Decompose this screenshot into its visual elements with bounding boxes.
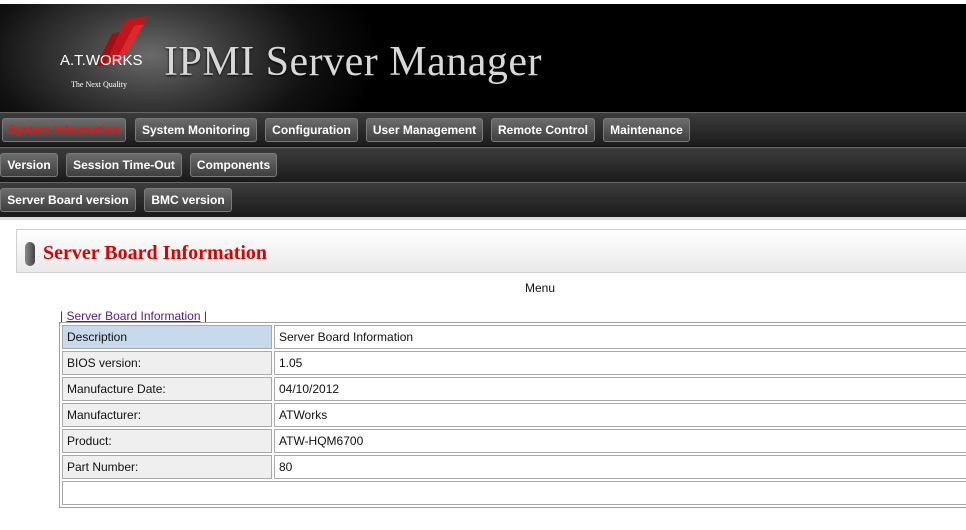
top-border <box>0 0 966 4</box>
table-key: Manufacturer: <box>62 403 272 427</box>
main-nav: System Information System Monitoring Con… <box>0 112 966 147</box>
nav-system-monitoring[interactable]: System Monitoring <box>135 118 257 142</box>
table-empty-cell <box>62 481 966 505</box>
table-key: Product: <box>62 429 272 453</box>
table-row: Part Number: 80 <box>62 455 966 479</box>
table-row: Manufacturer: ATWorks <box>62 403 966 427</box>
table-value: 80 <box>274 455 966 479</box>
section-pill-icon <box>25 242 35 266</box>
table-value: 1.05 <box>274 351 966 375</box>
table-value: Server Board Information <box>274 325 966 349</box>
nav-session-timeout[interactable]: Session Time-Out <box>66 153 182 177</box>
nav-server-board-version[interactable]: Server Board version <box>0 188 136 212</box>
table-key: Description <box>62 325 272 349</box>
table-key: Part Number: <box>62 455 272 479</box>
breadcrumb-separator: | <box>200 309 207 323</box>
logo-tagline: The Next Quality <box>71 80 127 89</box>
nav-bmc-version[interactable]: BMC version <box>144 188 232 212</box>
nav-user-management[interactable]: User Management <box>366 118 483 142</box>
table-row: Product: ATW-HQM6700 <box>62 429 966 453</box>
table-value: 04/10/2012 <box>274 377 966 401</box>
table-value: ATW-HQM6700 <box>274 429 966 453</box>
menu-label: Menu <box>525 281 556 295</box>
section-header: Server Board Information <box>16 229 966 273</box>
nav-version[interactable]: Version <box>0 153 58 177</box>
nav-maintenance[interactable]: Maintenance <box>603 118 690 142</box>
nav-system-information[interactable]: System Information <box>2 118 126 142</box>
breadcrumb: | Server Board Information | <box>60 309 207 323</box>
table-row: Manufacture Date: 04/10/2012 <box>62 377 966 401</box>
nav-components[interactable]: Components <box>190 153 277 177</box>
app-title: IPMI Server Manager <box>164 39 543 85</box>
nav-configuration[interactable]: Configuration <box>265 118 358 142</box>
app-header: A.T.WORKS The Next Quality IPMI Server M… <box>0 0 966 112</box>
sub-nav: Version Session Time-Out Components <box>0 147 966 182</box>
version-nav: Server Board version BMC version <box>0 182 966 217</box>
table-value: ATWorks <box>274 403 966 427</box>
table-row: BIOS version: 1.05 <box>62 351 966 375</box>
table-row: Description Server Board Information <box>62 325 966 349</box>
table-row-empty <box>62 481 966 505</box>
table-key: BIOS version: <box>62 351 272 375</box>
nav-remote-control[interactable]: Remote Control <box>491 118 595 142</box>
section-title: Server Board Information <box>43 242 268 264</box>
breadcrumb-link-server-board-information[interactable]: Server Board Information <box>66 309 200 323</box>
nav-divider <box>0 217 966 220</box>
server-board-info-table: Description Server Board Information BIO… <box>59 322 966 508</box>
logo-text: A.T.WORKS <box>60 52 143 69</box>
table-key: Manufacture Date: <box>62 377 272 401</box>
